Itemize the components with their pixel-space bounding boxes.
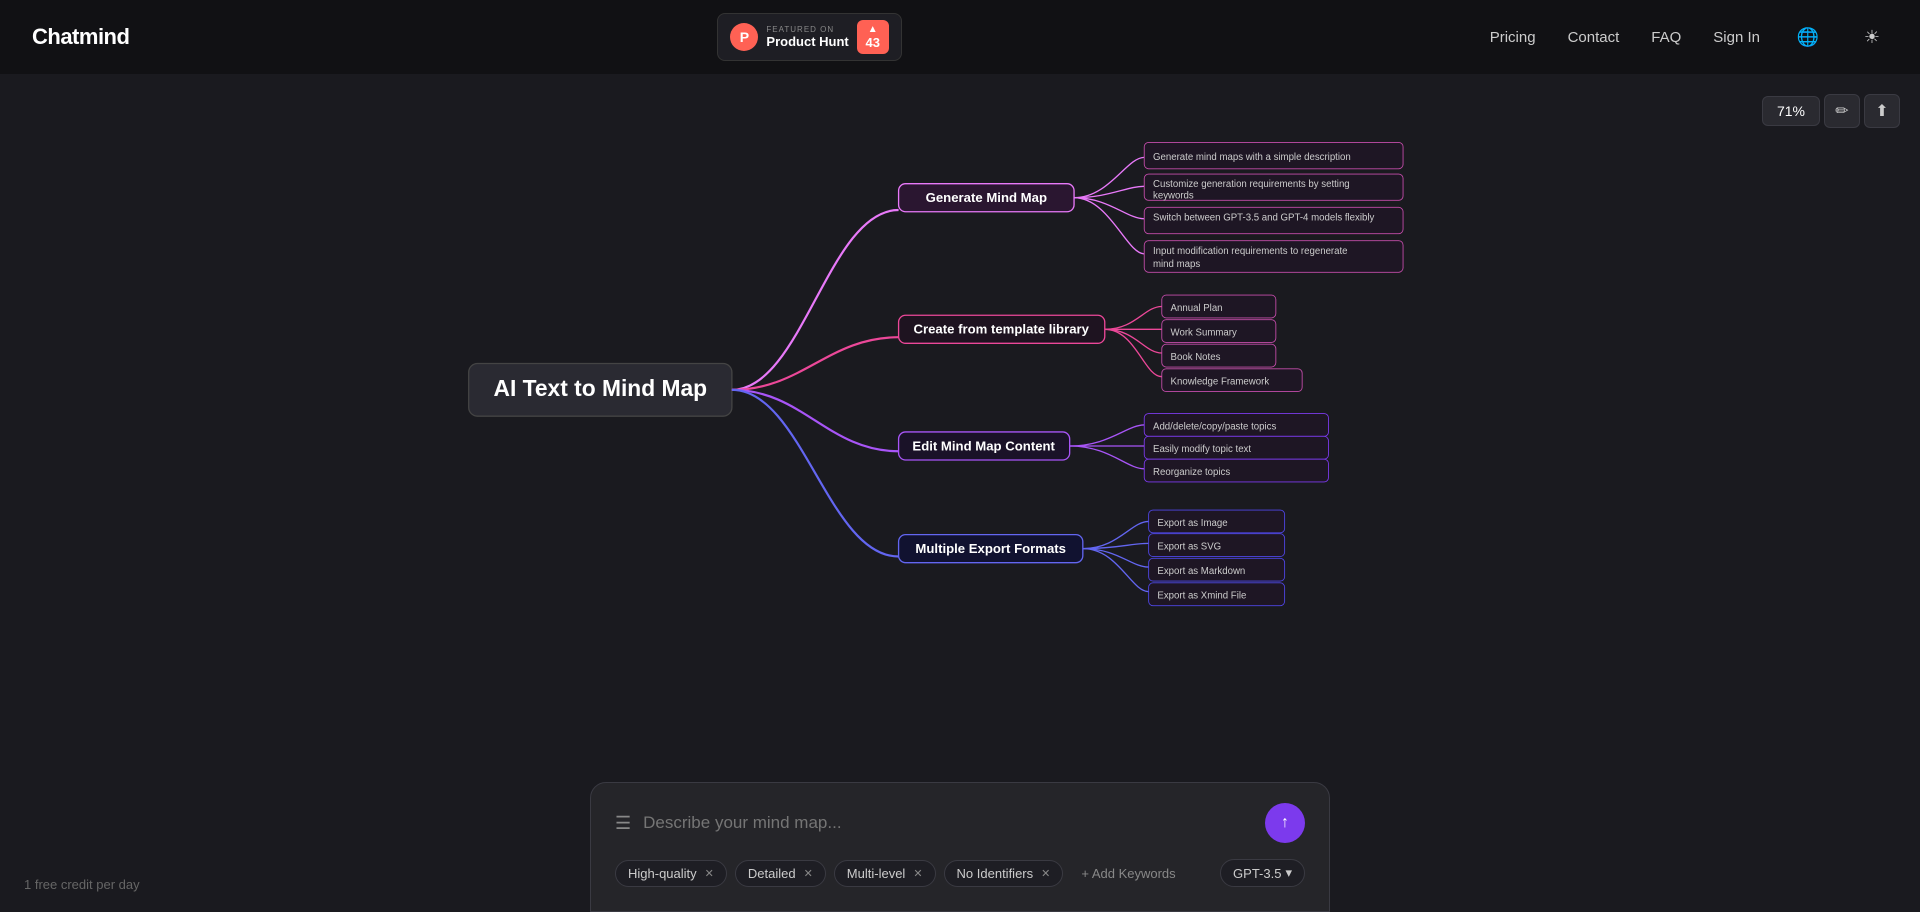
nav-pricing[interactable]: Pricing	[1490, 29, 1536, 46]
product-hunt-icon: P	[730, 23, 758, 51]
tag-high-quality[interactable]: High-quality ✕	[615, 860, 727, 887]
send-button[interactable]: ↑	[1265, 803, 1305, 843]
zoom-controls: 71% ✏ ⬆	[1762, 94, 1900, 128]
mindmap-input[interactable]	[643, 813, 1253, 833]
branch-generate-label: Generate Mind Map	[926, 190, 1047, 205]
leaf-template-4: Knowledge Framework	[1171, 377, 1270, 388]
model-select[interactable]: GPT-3.5 ▾	[1220, 859, 1305, 887]
leaf-export-1: Export as Image	[1157, 518, 1227, 529]
add-keyword-button[interactable]: + Add Keywords	[1071, 861, 1185, 886]
mindmap-svg: .root-text { font-size: 26px; font-weigh…	[0, 74, 1920, 732]
edit-icon[interactable]: ✏	[1824, 94, 1860, 128]
nav-contact[interactable]: Contact	[1568, 29, 1620, 46]
tag-multilevel[interactable]: Multi-level ✕	[834, 860, 936, 887]
leaf-edit-1: Add/delete/copy/paste topics	[1153, 421, 1276, 432]
chevron-down-icon: ▾	[1285, 865, 1292, 881]
tag-high-quality-close[interactable]: ✕	[705, 867, 714, 880]
ph-number: 43	[866, 35, 880, 50]
tag-high-quality-label: High-quality	[628, 866, 697, 881]
tag-no-identifiers-close[interactable]: ✕	[1041, 867, 1050, 880]
header: Chatmind P FEATURED ON Product Hunt ▲ 43…	[0, 0, 1920, 74]
free-credit: 1 free credit per day	[24, 877, 140, 892]
leaf-export-2: Export as SVG	[1157, 542, 1221, 553]
leaf-generate-2b: keywords	[1153, 191, 1194, 202]
leaf-generate-2: Customize generation requirements by set…	[1153, 179, 1350, 190]
root-node-label: AI Text to Mind Map	[493, 375, 707, 401]
theme-icon[interactable]: ☀	[1856, 21, 1888, 53]
globe-icon[interactable]: 🌐	[1792, 21, 1824, 53]
tag-detailed-label: Detailed	[748, 866, 796, 881]
nav-faq[interactable]: FAQ	[1651, 29, 1681, 46]
leaf-edit-2: Easily modify topic text	[1153, 444, 1251, 455]
add-keyword-label: + Add Keywords	[1081, 866, 1175, 881]
leaf-template-1: Annual Plan	[1171, 303, 1223, 314]
branch-edit-label: Edit Mind Map Content	[912, 438, 1055, 453]
leaf-generate-3: Switch between GPT-3.5 and GPT-4 models …	[1153, 213, 1374, 224]
leaf-generate-1: Generate mind maps with a simple descrip…	[1153, 152, 1351, 163]
ph-count: ▲ 43	[857, 20, 889, 54]
leaf-template-3: Book Notes	[1171, 352, 1221, 363]
branch-export-label: Multiple Export Formats	[915, 541, 1066, 556]
input-row: ☰ ↑	[615, 803, 1305, 843]
tags-row: High-quality ✕ Detailed ✕ Multi-level ✕ …	[615, 859, 1305, 887]
nav-links: Pricing Contact FAQ Sign In 🌐 ☀	[1490, 21, 1888, 53]
leaf-generate-4b: mind maps	[1153, 259, 1200, 270]
leaf-export-4: Export as Xmind File	[1157, 591, 1246, 602]
leaf-edit-3: Reorganize topics	[1153, 467, 1230, 478]
tag-detailed[interactable]: Detailed ✕	[735, 860, 826, 887]
nav-center: P FEATURED ON Product Hunt ▲ 43	[717, 13, 901, 61]
zoom-level[interactable]: 71%	[1762, 96, 1820, 126]
branch-template-label: Create from template library	[913, 322, 1089, 337]
canvas: 71% ✏ ⬆ .root-text { font-size: 26px; fo…	[0, 74, 1920, 912]
tag-multilevel-close[interactable]: ✕	[913, 867, 922, 880]
leaf-export-3: Export as Markdown	[1157, 566, 1245, 577]
export-icon[interactable]: ⬆	[1864, 94, 1900, 128]
mindmap-container: .root-text { font-size: 26px; font-weigh…	[0, 74, 1920, 732]
leaf-generate-4: Input modification requirements to regen…	[1153, 246, 1348, 257]
tag-no-identifiers-label: No Identifiers	[957, 866, 1034, 881]
tag-multilevel-label: Multi-level	[847, 866, 906, 881]
model-label: GPT-3.5	[1233, 866, 1281, 881]
ph-featured-label: FEATURED ON	[766, 25, 848, 34]
tag-no-identifiers[interactable]: No Identifiers ✕	[944, 860, 1064, 887]
ph-arrow-icon: ▲	[868, 24, 878, 35]
tag-detailed-close[interactable]: ✕	[804, 867, 813, 880]
input-panel: ☰ ↑ High-quality ✕ Detailed ✕ Multi-leve…	[590, 782, 1330, 912]
nav-signin[interactable]: Sign In	[1713, 29, 1760, 46]
document-icon: ☰	[615, 813, 631, 834]
logo: Chatmind	[32, 24, 129, 50]
leaf-template-2: Work Summary	[1171, 327, 1237, 338]
product-hunt-text: FEATURED ON Product Hunt	[766, 25, 848, 49]
ph-name: Product Hunt	[766, 34, 848, 49]
product-hunt-badge[interactable]: P FEATURED ON Product Hunt ▲ 43	[717, 13, 901, 61]
